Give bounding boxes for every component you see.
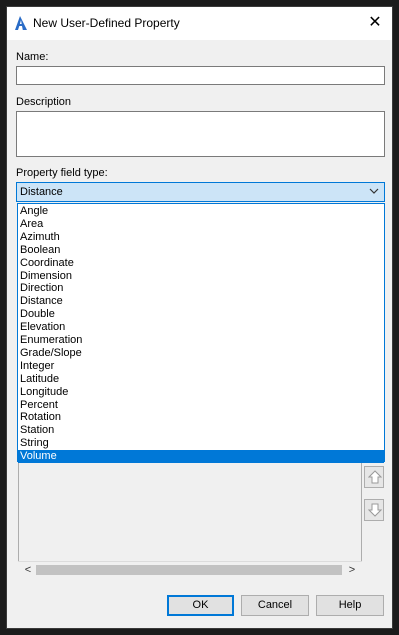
dropdown-option[interactable]: Station <box>18 424 384 437</box>
description-label: Description <box>16 96 72 108</box>
dropdown-option[interactable]: Elevation <box>18 321 384 334</box>
new-user-defined-property-dialog: New User-Defined Property ✕ Name: Descri… <box>6 6 393 629</box>
arrow-up-icon <box>368 470 382 484</box>
dropdown-option[interactable]: Double <box>18 308 384 321</box>
autodesk-app-icon <box>15 16 27 30</box>
title-bar: New User-Defined Property ✕ <box>7 7 392 40</box>
dropdown-option[interactable]: Enumeration <box>18 334 384 347</box>
cancel-button[interactable]: Cancel <box>241 595 309 616</box>
scroll-right-icon[interactable]: > <box>344 562 360 578</box>
name-input[interactable] <box>16 66 385 85</box>
dropdown-option[interactable]: Azimuth <box>18 231 384 244</box>
chevron-down-icon <box>369 188 379 194</box>
dropdown-option[interactable]: Integer <box>18 360 384 373</box>
name-label: Name: <box>16 51 49 63</box>
dropdown-option[interactable]: Area <box>18 218 384 231</box>
dropdown-option[interactable]: Distance <box>18 295 384 308</box>
dropdown-option[interactable]: Grade/Slope <box>18 347 384 360</box>
scrollbar-thumb[interactable] <box>36 565 342 575</box>
dropdown-option[interactable]: String <box>18 437 384 450</box>
property-field-type-select[interactable]: Distance <box>16 182 385 202</box>
description-input[interactable] <box>16 111 385 157</box>
horizontal-scrollbar[interactable]: < > <box>18 561 362 577</box>
dropdown-option[interactable]: Boolean <box>18 244 384 257</box>
help-button[interactable]: Help <box>316 595 384 616</box>
dropdown-option[interactable]: Longitude <box>18 386 384 399</box>
ok-button[interactable]: OK <box>167 595 234 616</box>
move-up-button[interactable] <box>364 466 384 488</box>
property-type-dropdown-list[interactable]: Angle Area Azimuth Boolean Coordinate Dimensi… <box>17 203 385 464</box>
dropdown-option[interactable]: Dimension <box>18 270 384 283</box>
dropdown-option[interactable]: Volume <box>18 450 384 464</box>
dropdown-option[interactable]: Percent <box>18 399 384 412</box>
arrow-down-icon <box>368 503 382 517</box>
dropdown-option[interactable]: Latitude <box>18 373 384 386</box>
list-panel[interactable] <box>18 462 362 576</box>
move-down-button[interactable] <box>364 499 384 521</box>
dropdown-option[interactable]: Direction <box>18 282 384 295</box>
close-icon[interactable]: ✕ <box>362 11 388 35</box>
window-title: New User-Defined Property <box>33 16 180 30</box>
property-field-type-label: Property field type: <box>16 167 108 179</box>
scroll-left-icon[interactable]: < <box>20 562 36 578</box>
selected-type-value: Distance <box>20 186 63 198</box>
dropdown-option[interactable]: Coordinate <box>18 257 384 270</box>
dropdown-option[interactable]: Angle <box>18 205 384 218</box>
dropdown-option[interactable]: Rotation <box>18 411 384 424</box>
